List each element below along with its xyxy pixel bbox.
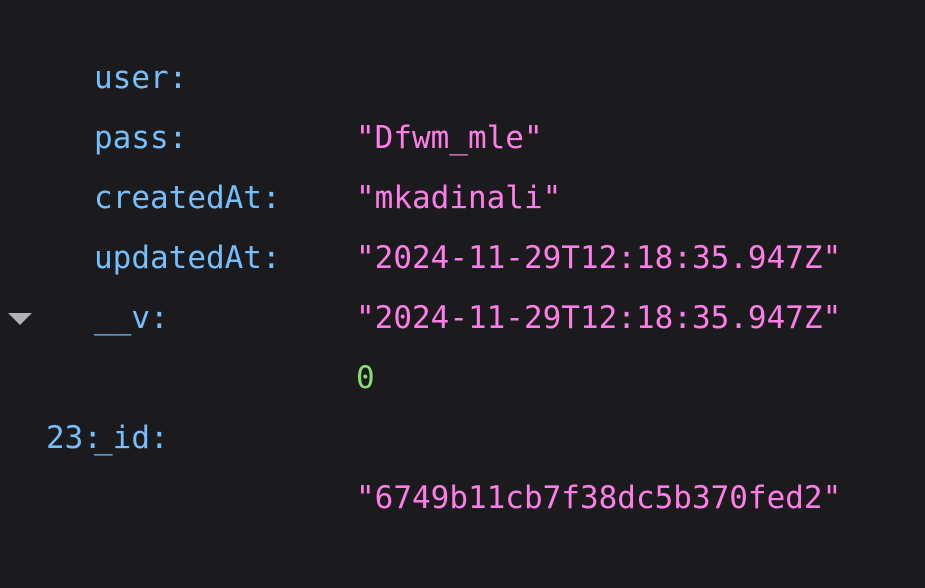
- json-row-version[interactable]: __v: 0: [0, 228, 925, 396]
- property-value: "6749b11cb7f38dc5b370fed2": [356, 480, 842, 516]
- json-row-updatedAt[interactable]: updatedAt: "2024-11-29T12:18:35.947Z": [0, 168, 925, 336]
- property-key: _id:: [94, 420, 169, 456]
- json-row-id[interactable]: _id: "6749b11cb7f38dc5b370fed2": [0, 348, 925, 516]
- json-row-pass[interactable]: pass: "mkadinali": [0, 48, 925, 216]
- json-row-createdAt[interactable]: createdAt: "2024-11-29T12:18:35.947Z": [0, 108, 925, 276]
- json-group-row[interactable]: 23:: [0, 288, 925, 456]
- json-row-user[interactable]: user: "Dfwm_mle": [0, 0, 925, 156]
- triangle-down-icon[interactable]: [8, 313, 32, 325]
